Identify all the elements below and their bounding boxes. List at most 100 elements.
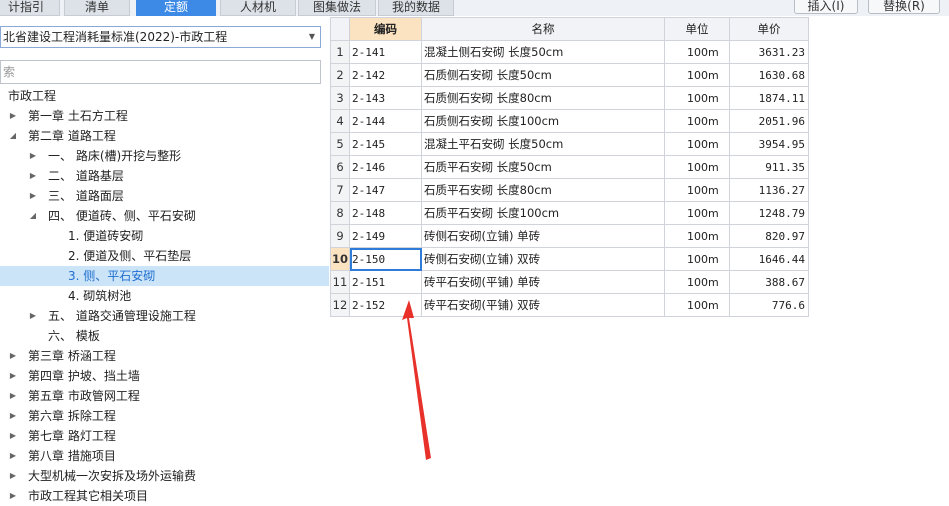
name-cell[interactable]: 石质平石安砌 长度80cm: [421, 178, 665, 202]
tree-collapsed-icon[interactable]: ▶: [28, 306, 38, 326]
tree-node[interactable]: 4. 砌筑树池: [0, 286, 329, 306]
table-row[interactable]: 12 2-152 砖平石安砌(平铺) 双砖 100m 776.6: [330, 293, 809, 317]
tab-bill[interactable]: 清单: [64, 0, 130, 16]
tree-node[interactable]: 3. 侧、平石安砌: [0, 266, 329, 286]
name-cell[interactable]: 石质平石安砌 长度100cm: [421, 201, 665, 225]
row-number[interactable]: 8: [330, 201, 350, 225]
name-cell[interactable]: 砖平石安砌(平铺) 单砖: [421, 270, 665, 294]
name-cell[interactable]: 砖平石安砌(平铺) 双砖: [421, 293, 665, 317]
code-cell[interactable]: 2-152: [349, 293, 422, 317]
table-row[interactable]: 8 2-148 石质平石安砌 长度100cm 100m 1248.79: [330, 201, 809, 225]
tree-collapsed-icon[interactable]: ▶: [8, 106, 18, 126]
code-cell[interactable]: 2-142: [349, 63, 422, 87]
code-cell[interactable]: 2-143: [349, 86, 422, 110]
table-row[interactable]: 4 2-144 石质侧石安砌 长度100cm 100m 2051.96: [330, 109, 809, 133]
unit-cell[interactable]: 100m: [664, 224, 730, 248]
price-cell[interactable]: 1248.79: [729, 201, 809, 225]
code-cell[interactable]: 2-150: [349, 247, 422, 271]
tree-node[interactable]: ▶ 第五章 市政管网工程: [0, 386, 329, 406]
row-number[interactable]: 5: [330, 132, 350, 156]
name-cell[interactable]: 混凝土侧石安砌 长度50cm: [421, 40, 665, 64]
tree-node[interactable]: ▶ 第六章 拆除工程: [0, 406, 329, 426]
row-number[interactable]: 12: [330, 293, 350, 317]
tree-node[interactable]: ◢ 第二章 道路工程: [0, 126, 329, 146]
table-row[interactable]: 7 2-147 石质平石安砌 长度80cm 100m 1136.27: [330, 178, 809, 202]
tree-node[interactable]: 六、 模板: [0, 326, 329, 346]
price-cell[interactable]: 1630.68: [729, 63, 809, 87]
unit-cell[interactable]: 100m: [664, 155, 730, 179]
tree-node[interactable]: ▶ 第三章 桥涵工程: [0, 346, 329, 366]
tree-expanded-icon[interactable]: ◢: [28, 206, 38, 226]
price-cell[interactable]: 776.6: [729, 293, 809, 317]
dropdown-caret-icon[interactable]: ▼: [309, 27, 315, 47]
name-cell[interactable]: 混凝土平石安砌 长度50cm: [421, 132, 665, 156]
row-number[interactable]: 7: [330, 178, 350, 202]
price-cell[interactable]: 1136.27: [729, 178, 809, 202]
name-cell[interactable]: 石质侧石安砌 长度100cm: [421, 109, 665, 133]
row-number[interactable]: 11: [330, 270, 350, 294]
table-row[interactable]: 11 2-151 砖平石安砌(平铺) 单砖 100m 388.67: [330, 270, 809, 294]
price-cell[interactable]: 1874.11: [729, 86, 809, 110]
unit-cell[interactable]: 100m: [664, 63, 730, 87]
tree-node[interactable]: ▶ 五、 道路交通管理设施工程: [0, 306, 329, 326]
tree-node[interactable]: 1. 便道砖安砌: [0, 226, 329, 246]
unit-cell[interactable]: 100m: [664, 270, 730, 294]
price-cell[interactable]: 3631.23: [729, 40, 809, 64]
row-number[interactable]: 1: [330, 40, 350, 64]
tree-node[interactable]: 2. 便道及侧、平石垫层: [0, 246, 329, 266]
price-cell[interactable]: 2051.96: [729, 109, 809, 133]
row-number[interactable]: 9: [330, 224, 350, 248]
unit-cell[interactable]: 100m: [664, 178, 730, 202]
name-cell[interactable]: 石质侧石安砌 长度50cm: [421, 63, 665, 87]
library-select[interactable]: 北省建设工程消耗量标准(2022)-市政工程 ▼: [0, 26, 321, 48]
tree-collapsed-icon[interactable]: ▶: [8, 466, 18, 486]
tree-collapsed-icon[interactable]: ▶: [8, 486, 18, 506]
table-row[interactable]: 1 2-141 混凝土侧石安砌 长度50cm 100m 3631.23: [330, 40, 809, 64]
table-row[interactable]: 9 2-149 砖侧石安砌(立铺) 单砖 100m 820.97: [330, 224, 809, 248]
tree-collapsed-icon[interactable]: ▶: [28, 146, 38, 166]
tree-collapsed-icon[interactable]: ▶: [8, 426, 18, 446]
table-row[interactable]: 2 2-142 石质侧石安砌 长度50cm 100m 1630.68: [330, 63, 809, 87]
tree-collapsed-icon[interactable]: ▶: [8, 406, 18, 426]
tab-guide[interactable]: 计指引: [0, 0, 60, 16]
table-row[interactable]: 10 2-150 砖侧石安砌(立铺) 双砖 100m 1646.44: [330, 247, 809, 271]
name-cell[interactable]: 石质平石安砌 长度50cm: [421, 155, 665, 179]
code-cell[interactable]: 2-146: [349, 155, 422, 179]
tab-atlas-method[interactable]: 图集做法: [298, 0, 376, 16]
code-cell[interactable]: 2-147: [349, 178, 422, 202]
row-number[interactable]: 4: [330, 109, 350, 133]
unit-cell[interactable]: 100m: [664, 132, 730, 156]
unit-cell[interactable]: 100m: [664, 247, 730, 271]
row-number[interactable]: 6: [330, 155, 350, 179]
tree-node[interactable]: ▶ 三、 道路面层: [0, 186, 329, 206]
table-row[interactable]: 5 2-145 混凝土平石安砌 长度50cm 100m 3954.95: [330, 132, 809, 156]
table-row[interactable]: 6 2-146 石质平石安砌 长度50cm 100m 911.35: [330, 155, 809, 179]
tree-node[interactable]: ▶ 大型机械一次安拆及场外运输费: [0, 466, 329, 486]
search-input[interactable]: 索: [0, 60, 321, 84]
tree-collapsed-icon[interactable]: ▶: [8, 386, 18, 406]
tree-expanded-icon[interactable]: ◢: [8, 126, 18, 146]
tree-collapsed-icon[interactable]: ▶: [8, 366, 18, 386]
tree-collapsed-icon[interactable]: ▶: [8, 446, 18, 466]
price-cell[interactable]: 3954.95: [729, 132, 809, 156]
tree-node[interactable]: ▶ 市政工程其它相关项目: [0, 486, 329, 506]
table-row[interactable]: 3 2-143 石质侧石安砌 长度80cm 100m 1874.11: [330, 86, 809, 110]
code-cell[interactable]: 2-148: [349, 201, 422, 225]
tab-quota[interactable]: 定额: [136, 0, 216, 16]
unit-cell[interactable]: 100m: [664, 40, 730, 64]
tree-node[interactable]: ▶ 第八章 措施项目: [0, 446, 329, 466]
tree-node[interactable]: ▶ 第七章 路灯工程: [0, 426, 329, 446]
price-cell[interactable]: 1646.44: [729, 247, 809, 271]
tree-collapsed-icon[interactable]: ▶: [28, 186, 38, 206]
tree-collapsed-icon[interactable]: ▶: [28, 166, 38, 186]
tree-node[interactable]: 市政工程: [0, 86, 329, 106]
code-cell[interactable]: 2-144: [349, 109, 422, 133]
code-cell[interactable]: 2-149: [349, 224, 422, 248]
price-cell[interactable]: 911.35: [729, 155, 809, 179]
row-number[interactable]: 3: [330, 86, 350, 110]
unit-cell[interactable]: 100m: [664, 86, 730, 110]
code-cell[interactable]: 2-151: [349, 270, 422, 294]
tree-node[interactable]: ▶ 一、 路床(槽)开挖与整形: [0, 146, 329, 166]
name-cell[interactable]: 石质侧石安砌 长度80cm: [421, 86, 665, 110]
name-cell[interactable]: 砖侧石安砌(立铺) 双砖: [421, 247, 665, 271]
